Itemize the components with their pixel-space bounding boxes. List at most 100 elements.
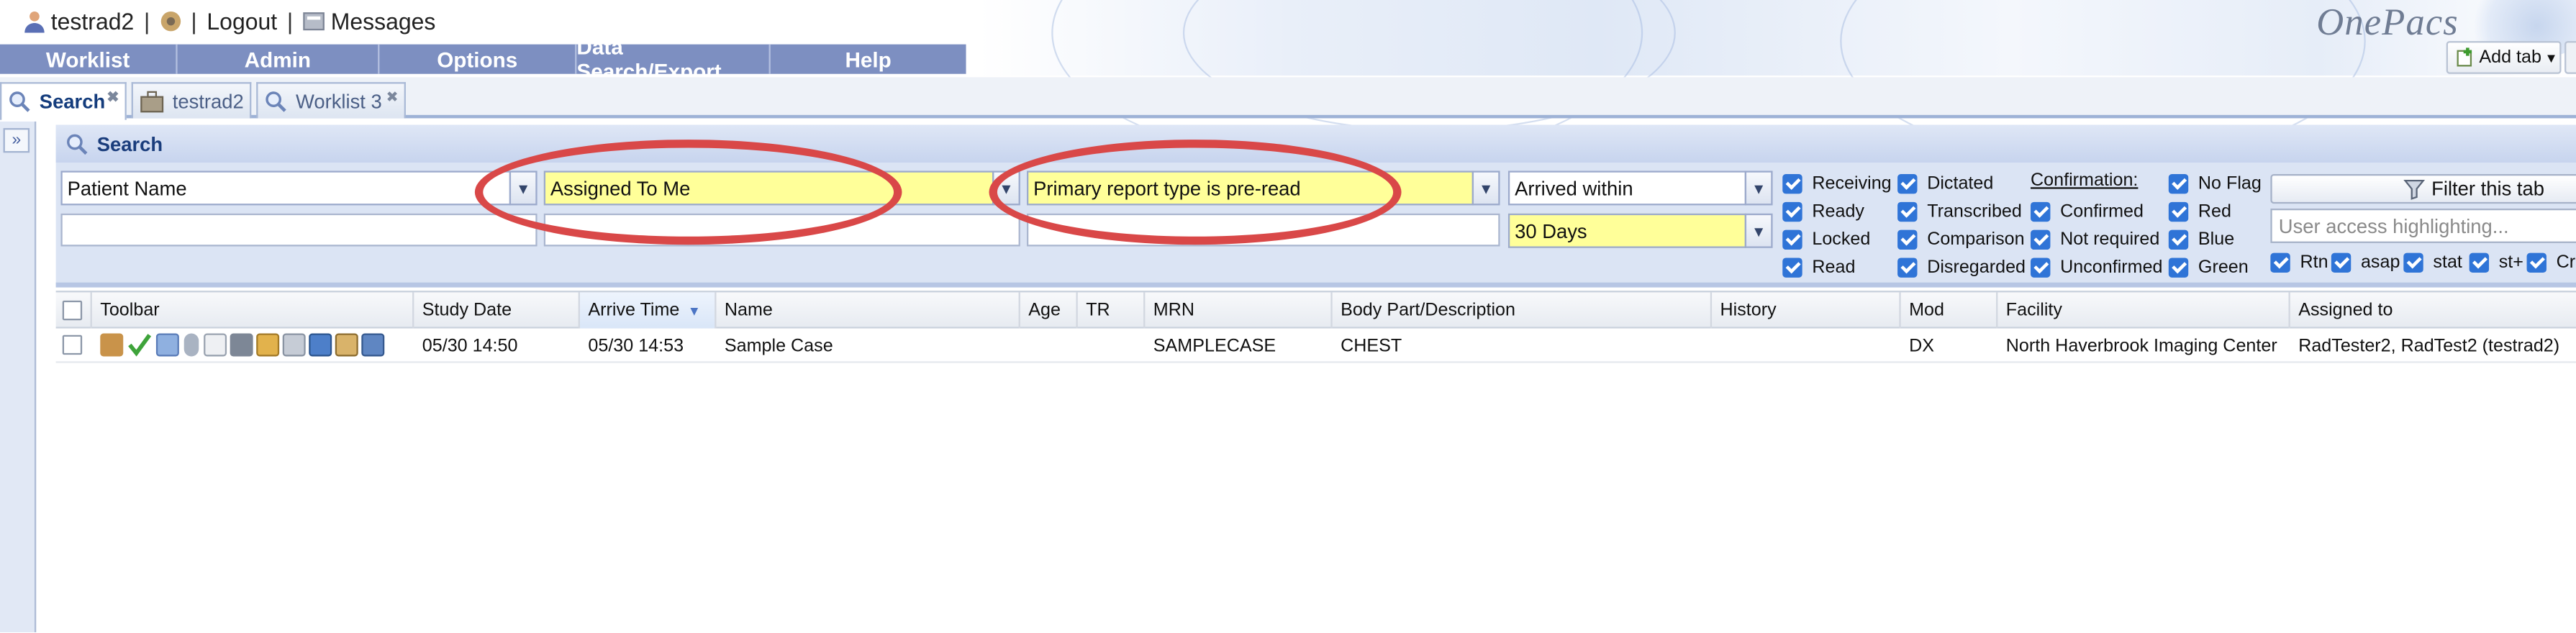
viewer-icon[interactable] xyxy=(230,333,253,357)
col-facility[interactable]: Facility xyxy=(1997,292,2290,329)
check-ready[interactable]: Ready xyxy=(1782,201,1864,222)
tab-worklist-3-label: Worklist 3 xyxy=(295,89,382,113)
col-name[interactable]: Name xyxy=(716,292,1020,329)
check-receiving[interactable]: Receiving xyxy=(1782,174,1892,194)
col-tr[interactable]: TR xyxy=(1078,292,1146,329)
report-icon[interactable] xyxy=(183,333,199,357)
magnifier-icon xyxy=(67,133,88,154)
check-label: stat xyxy=(2433,252,2462,273)
select-all-checkbox[interactable] xyxy=(62,300,83,321)
check-read[interactable]: Read xyxy=(1782,258,1855,278)
check-red[interactable]: Red xyxy=(2168,201,2231,222)
edit-icon[interactable] xyxy=(335,333,358,357)
expand-sidebar-icon[interactable]: » xyxy=(3,128,30,153)
chevron-down-icon[interactable]: ▼ xyxy=(1744,170,1773,206)
checkbox-icon xyxy=(2331,252,2351,273)
user-access-highlighting-input[interactable]: User access highlighting... xyxy=(2270,208,2576,243)
chevron-down-icon: ▼ xyxy=(2544,50,2558,65)
tab-testrad2[interactable]: testrad2 xyxy=(131,82,252,119)
check-not-required[interactable]: Not required xyxy=(2031,229,2159,250)
table-row[interactable]: 05/30 14:50 05/30 14:53 Sample Case SAMP… xyxy=(55,328,2576,363)
menu-data-search-export[interactable]: Data Search/Export xyxy=(576,35,771,83)
check-disregarded[interactable]: Disregarded xyxy=(1897,258,2026,278)
filter-tab-button[interactable]: Filter this tab xyxy=(2270,174,2576,204)
check-cri[interactable]: Cri xyxy=(2526,252,2576,273)
notes-icon[interactable] xyxy=(204,333,227,357)
check-st-plus[interactable]: st+ xyxy=(2469,252,2523,273)
main-menu: Worklist Admin Options Data Search/Expor… xyxy=(0,35,966,83)
sort-desc-icon: ▼ xyxy=(687,303,701,318)
checkbox-icon xyxy=(2031,201,2051,222)
col-toolbar[interactable]: Toolbar xyxy=(92,292,414,329)
chevron-down-icon[interactable]: ▼ xyxy=(1471,170,1500,206)
col-mrn[interactable]: MRN xyxy=(1145,292,1333,329)
user-icon xyxy=(24,11,45,33)
check-no-flag[interactable]: No Flag xyxy=(2168,174,2262,194)
open-study-icon[interactable] xyxy=(100,333,124,357)
row-checkbox[interactable] xyxy=(62,334,83,355)
checkbox-icon xyxy=(1897,201,1918,222)
col-arrive-time[interactable]: Arrive Time ▼ xyxy=(579,292,717,329)
arrived-within-select[interactable]: 30 Days xyxy=(1507,213,1747,248)
cell-name: Sample Case xyxy=(724,335,833,356)
menu-options[interactable]: Options xyxy=(379,44,577,74)
checkbox-icon xyxy=(2168,258,2189,278)
briefcase-icon xyxy=(140,90,164,112)
col-study-date[interactable]: Study Date xyxy=(414,292,580,329)
check-blue[interactable]: Blue xyxy=(2168,229,2234,250)
tab-menu-button[interactable] xyxy=(2564,41,2576,74)
left-sidebar: » xyxy=(0,121,37,633)
chevron-down-icon[interactable]: ▼ xyxy=(1744,213,1773,248)
add-tab-label: Add tab xyxy=(2479,47,2541,68)
checkmark-icon[interactable] xyxy=(128,333,152,357)
menu-help[interactable]: Help xyxy=(771,45,966,74)
check-rtn[interactable]: Rtn xyxy=(2270,252,2328,273)
check-transcribed[interactable]: Transcribed xyxy=(1897,201,2022,222)
search-field-4-select[interactable]: Arrived within xyxy=(1507,170,1747,206)
check-confirmed[interactable]: Confirmed xyxy=(2031,201,2144,222)
col-mod[interactable]: Mod xyxy=(1901,292,1998,329)
col-history[interactable]: History xyxy=(1712,292,1901,329)
cell-facility: North Haverbrook Imaging Center xyxy=(2005,335,2277,356)
checkbox-icon xyxy=(2403,252,2423,273)
check-dictated[interactable]: Dictated xyxy=(1897,174,1993,194)
check-green[interactable]: Green xyxy=(2168,258,2249,278)
menu-worklist[interactable]: Worklist xyxy=(0,44,178,74)
cell-assigned-to: RadTester2, RadTest2 (testrad2) xyxy=(2298,335,2560,356)
check-comparison[interactable]: Comparison xyxy=(1897,229,2025,250)
cell-mrn: SAMPLECASE xyxy=(1153,335,1276,356)
check-label: Green xyxy=(2198,258,2249,278)
tab-search[interactable]: Search ✖ xyxy=(0,82,127,120)
search-field-1-input[interactable] xyxy=(60,213,538,247)
col-age[interactable]: Age xyxy=(1020,292,1078,329)
checkbox-icon xyxy=(2168,174,2189,194)
monitor-icon[interactable] xyxy=(309,333,332,357)
logout-link[interactable]: Logout xyxy=(207,8,277,35)
cell-age xyxy=(1020,329,1028,363)
check-label: asap xyxy=(2360,252,2400,273)
check-stat[interactable]: stat xyxy=(2403,252,2462,273)
add-tab-button[interactable]: Add tab ▼ xyxy=(2446,41,2562,74)
confirmation-heading: Confirmation: xyxy=(2031,170,2139,191)
print-icon[interactable] xyxy=(282,333,306,357)
search-field-1-select[interactable]: Patient Name xyxy=(60,170,512,206)
folder-icon[interactable] xyxy=(256,333,280,357)
cell-arrive-time: 05/30 14:53 xyxy=(588,335,684,356)
menu-admin[interactable]: Admin xyxy=(178,44,380,74)
document-icon[interactable] xyxy=(155,333,179,357)
messages-link[interactable]: Messages xyxy=(331,8,436,35)
close-icon[interactable]: ✖ xyxy=(106,88,119,106)
settings-icon[interactable] xyxy=(160,10,183,33)
username-link[interactable]: testrad2 xyxy=(51,8,135,35)
cell-mod: DX xyxy=(1909,335,1934,356)
check-asap[interactable]: asap xyxy=(2331,252,2400,273)
close-icon[interactable]: ✖ xyxy=(386,88,399,106)
check-locked[interactable]: Locked xyxy=(1782,229,1870,250)
checkbox-icon xyxy=(1897,229,1918,250)
col-body-part[interactable]: Body Part/Description xyxy=(1333,292,1713,329)
share-icon[interactable] xyxy=(361,333,385,357)
tab-worklist-3[interactable]: Worklist 3 ✖ xyxy=(256,82,406,119)
col-assigned-to[interactable]: Assigned to xyxy=(2290,292,2576,328)
tab-testrad2-label: testrad2 xyxy=(172,89,244,113)
check-unconfirmed[interactable]: Unconfirmed xyxy=(2031,258,2163,278)
